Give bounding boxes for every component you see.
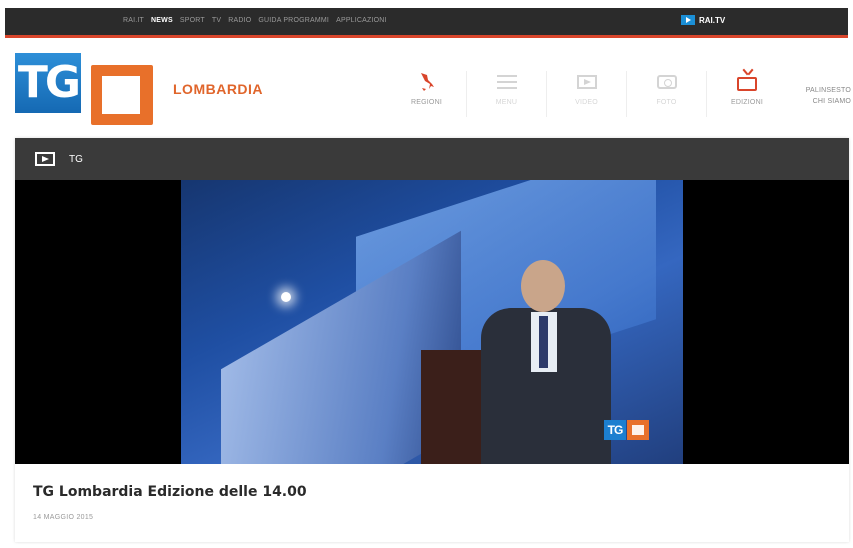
italy-map-icon [416, 71, 438, 93]
video-title[interactable]: TG Lombardia Edizione delle 14.00 [33, 484, 831, 500]
video-icon [576, 75, 597, 89]
link-chi-siamo[interactable]: CHI SIAMO [789, 96, 851, 107]
link-palinsesto[interactable]: PALINSESTO [789, 85, 851, 96]
topnav-sport[interactable]: SPORT [180, 17, 205, 24]
logo-tg: TG [15, 53, 81, 113]
topnav-guida-programmi[interactable]: GUIDA PROGRAMMI [258, 17, 329, 24]
nav-video-label: VIDEO [575, 99, 598, 106]
side-links: PALINSESTO CHI SIAMO [789, 85, 851, 107]
topnav-news[interactable]: NEWS [151, 17, 173, 24]
topnav-raiit[interactable]: RAI.IT [123, 17, 144, 24]
card-header-bar: TG [15, 138, 849, 180]
logo-r-icon [83, 53, 153, 125]
nav-regioni-label: REGIONI [411, 99, 442, 106]
tgr-logo[interactable]: TG [15, 53, 153, 125]
nav-edizioni[interactable]: EDIZIONI [707, 71, 787, 117]
nav-video[interactable]: VIDEO [547, 71, 627, 117]
nav-edizioni-label: EDIZIONI [731, 99, 763, 106]
card-body: TG Lombardia Edizione delle 14.00 14 MAG… [15, 464, 849, 541]
video-player[interactable]: TG [15, 180, 849, 464]
top-nav: RAI.IT NEWS SPORT TV RADIO GUIDA PROGRAM… [123, 17, 387, 24]
tg-video-icon [35, 152, 55, 166]
header-nav: REGIONI MENU VIDEO FOTO EDIZIONI [387, 71, 787, 117]
video-frame[interactable]: TG [181, 180, 683, 464]
nav-regioni[interactable]: REGIONI [387, 71, 467, 117]
nav-menu[interactable]: MENU [467, 71, 547, 117]
stage-light [281, 292, 291, 302]
card-bar-label: TG [69, 153, 83, 165]
nav-foto[interactable]: FOTO [627, 71, 707, 117]
video-card: TG TG TG Lombardia Edizione delle 14.00 … [15, 138, 849, 542]
topnav-radio[interactable]: RADIO [228, 17, 251, 24]
nav-menu-label: MENU [495, 99, 518, 106]
top-bar: RAI.IT NEWS SPORT TV RADIO GUIDA PROGRAM… [5, 8, 848, 38]
raitv-link[interactable]: RAI.TV [681, 15, 725, 25]
watermark-tg: TG [604, 420, 626, 440]
menu-icon [496, 75, 517, 89]
nav-foto-label: FOTO [656, 99, 677, 106]
raitv-label: RAI.TV [699, 15, 726, 25]
region-title: LOMBARDIA [173, 81, 264, 97]
video-date: 14 MAGGIO 2015 [33, 514, 94, 521]
topnav-applicazioni[interactable]: APPLICAZIONI [336, 17, 387, 24]
tgr-watermark: TG [604, 420, 649, 440]
speaker-figure [481, 260, 611, 464]
play-icon [681, 15, 695, 25]
tv-icon [737, 77, 757, 91]
watermark-r-icon [627, 420, 649, 440]
camera-icon [656, 75, 677, 89]
site-header: TG LOMBARDIA REGIONI MENU VIDEO FOTO EDI… [5, 41, 851, 129]
topnav-tv[interactable]: TV [212, 17, 221, 24]
